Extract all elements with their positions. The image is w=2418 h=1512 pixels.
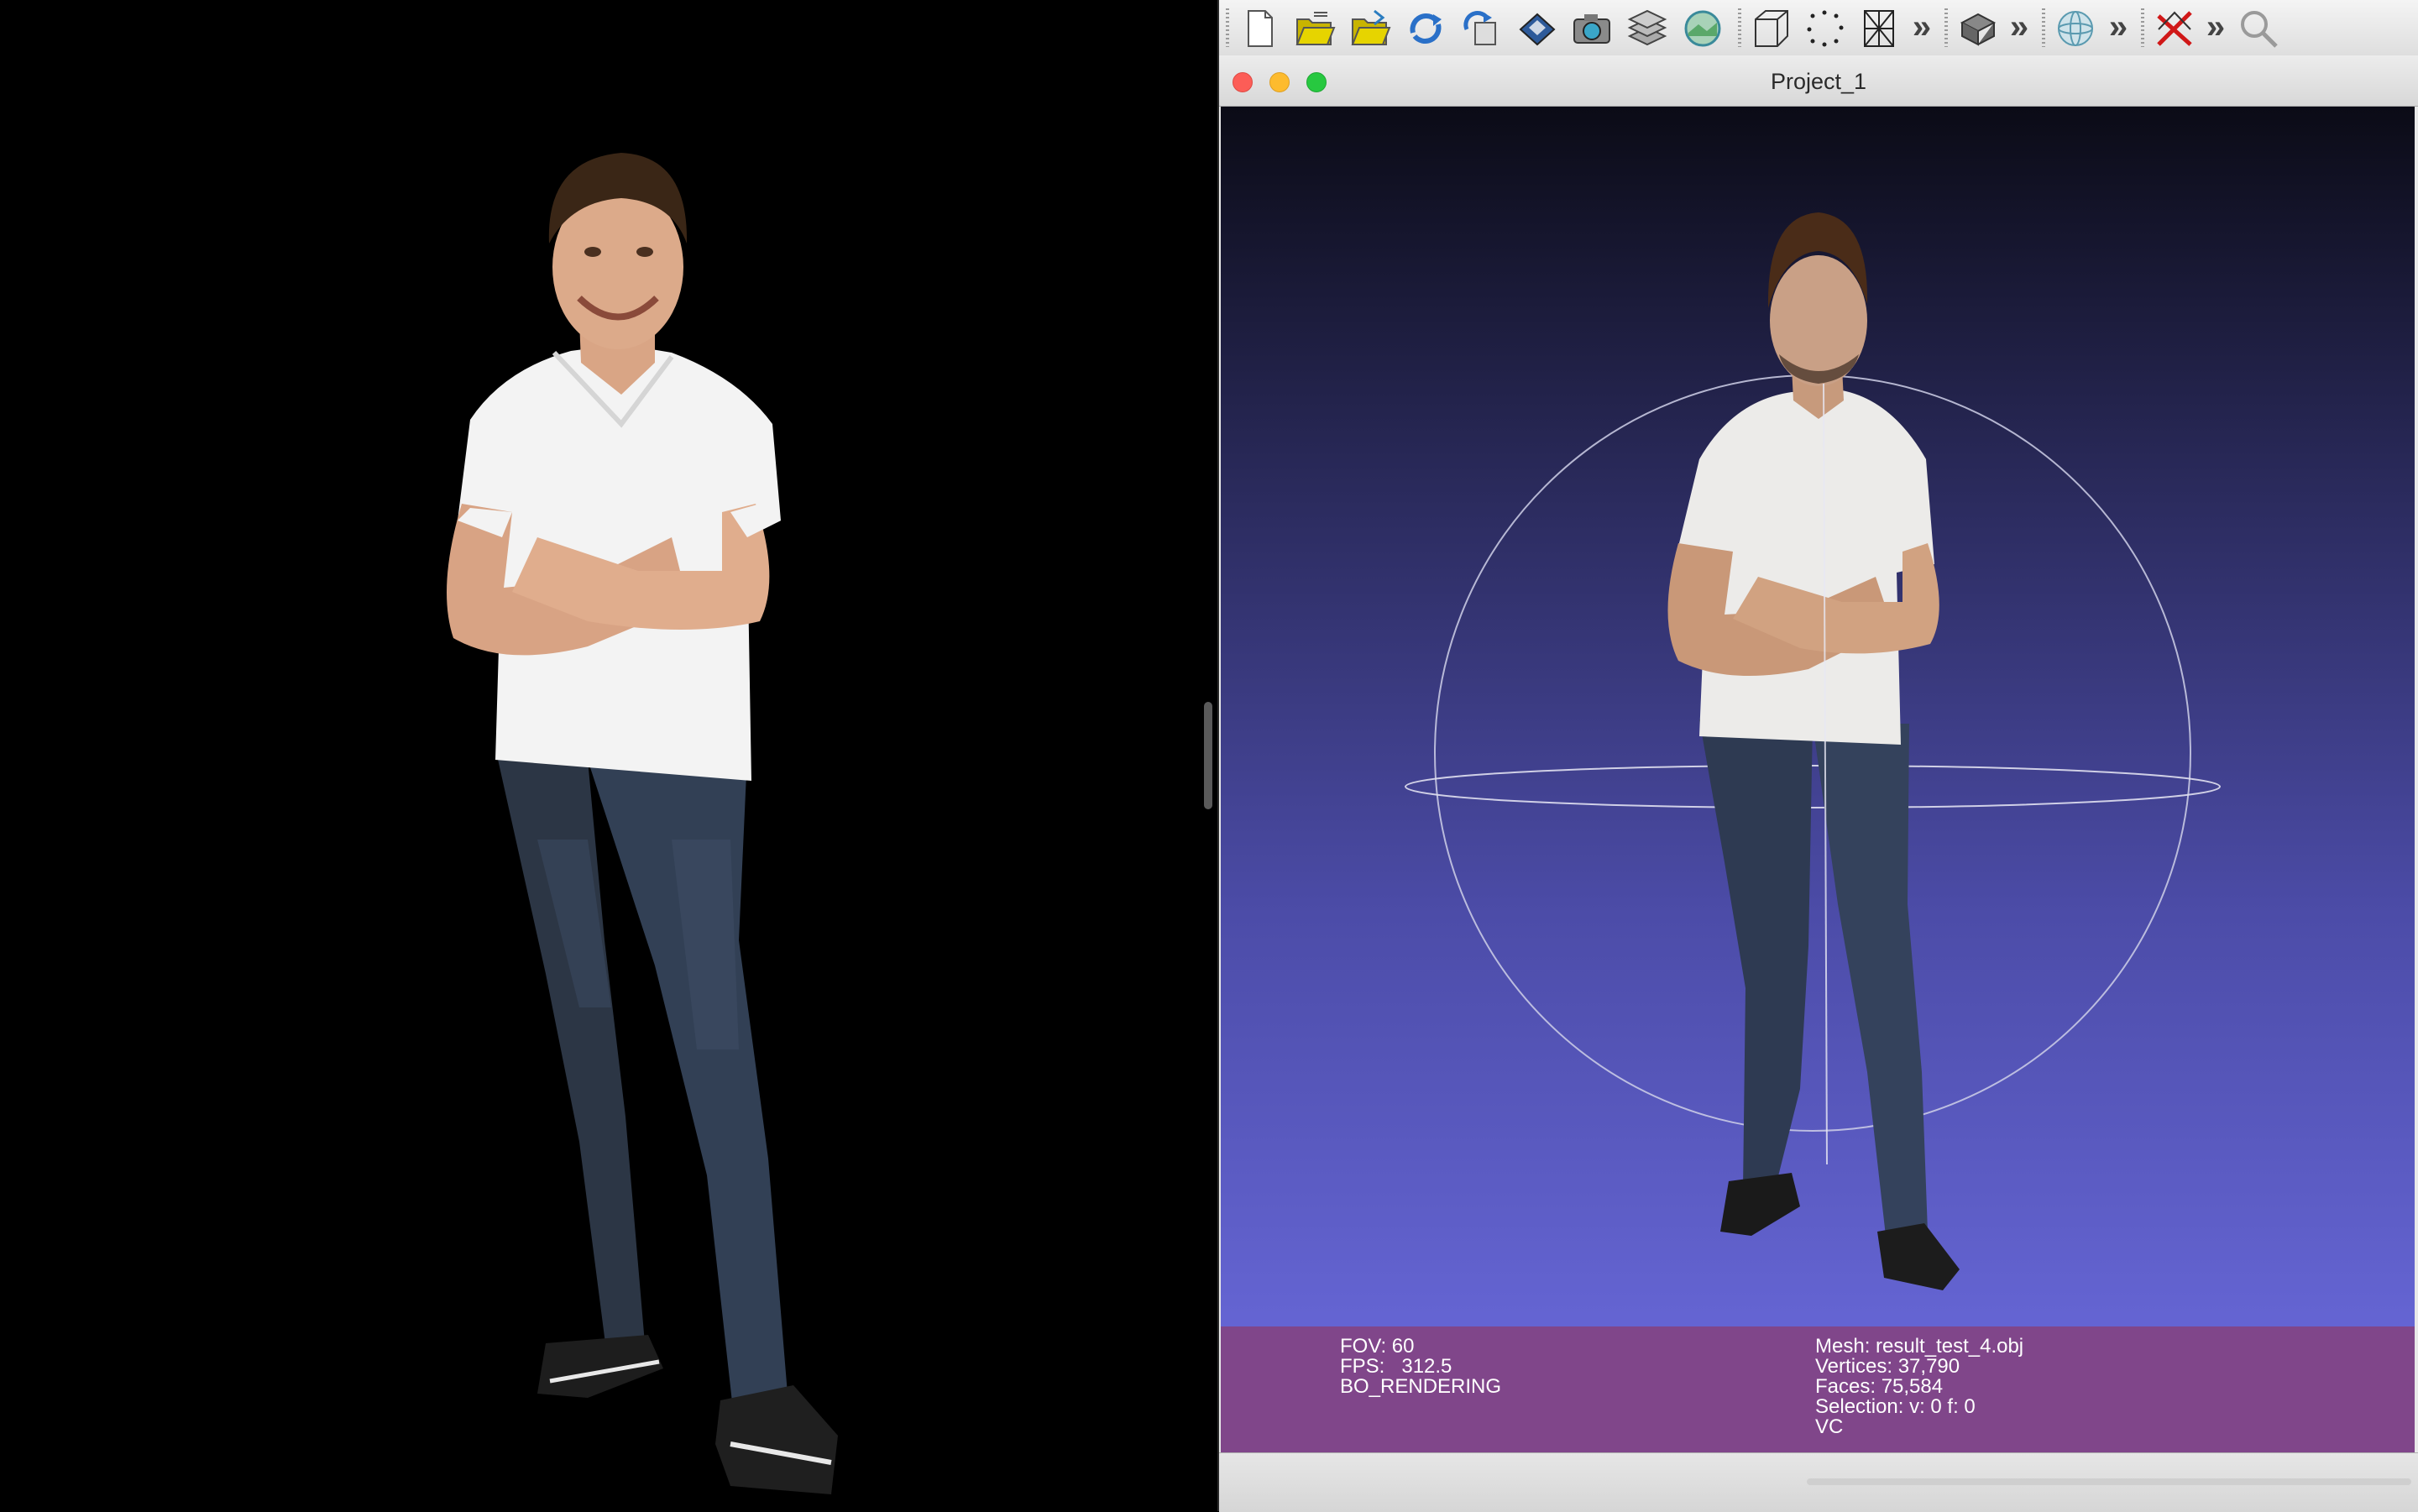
reference-image-panel <box>0 0 1216 1511</box>
meshlab-window: » » » » Project_1 FOV: 60 FPS: 312.5 BO_… <box>1219 0 2418 1512</box>
save-icon[interactable] <box>1513 5 1560 52</box>
reference-person-photo <box>447 153 838 1494</box>
selection-readout: Selection: v: 0 f: 0 <box>1815 1395 1976 1418</box>
vertices-readout: Vertices: 37,790 <box>1815 1355 1960 1378</box>
toolbar-overflow-button[interactable]: » <box>2005 10 2033 44</box>
toolbar-overflow-button[interactable]: » <box>2201 10 2230 44</box>
faces-readout: Faces: 75,584 <box>1815 1375 1944 1398</box>
reload-icon[interactable] <box>1402 5 1449 52</box>
reload-all-icon[interactable] <box>1458 5 1505 52</box>
window-titlebar[interactable]: Project_1 <box>1219 55 2418 107</box>
fps-readout: FPS: 312.5 <box>1340 1355 1452 1378</box>
bounding-box-icon[interactable] <box>1748 5 1795 52</box>
window-title: Project_1 <box>1770 69 1867 94</box>
import-mesh-icon[interactable] <box>1347 5 1394 52</box>
mesh-info: Mesh: result_test_4.obj Vertices: 37,790… <box>1815 1337 2023 1437</box>
3d-viewport[interactable]: FOV: 60 FPS: 312.5 BO_RENDERING Mesh: re… <box>1221 107 2415 1452</box>
toolbar-grip[interactable] <box>1226 8 1229 47</box>
mesh-name-readout: Mesh: result_test_4.obj <box>1815 1335 2024 1358</box>
wireframe-icon[interactable] <box>1855 5 1902 52</box>
new-project-icon[interactable] <box>1236 5 1283 52</box>
splitter-handle[interactable] <box>1204 702 1212 809</box>
toolbar-grip[interactable] <box>2141 8 2144 47</box>
layers-icon[interactable] <box>1624 5 1671 52</box>
toolbar-grip[interactable] <box>2042 8 2045 47</box>
raster-icon[interactable] <box>1679 5 1726 52</box>
render-mode-readout: BO_RENDERING <box>1340 1375 1502 1398</box>
toolbar-grip[interactable] <box>1944 8 1948 47</box>
open-project-icon[interactable] <box>1291 5 1338 52</box>
toolbar-overflow-button[interactable]: » <box>2104 10 2133 44</box>
layer-stack-icon[interactable] <box>1955 5 2002 52</box>
trackball-ring <box>1405 765 2221 808</box>
toolbar-grip[interactable] <box>1738 8 1741 47</box>
reconstructed-mesh-render <box>1405 212 2221 1290</box>
points-icon[interactable] <box>1802 5 1849 52</box>
search-icon[interactable] <box>2235 5 2282 52</box>
trackball-icon[interactable] <box>2052 5 2099 52</box>
delete-selection-icon[interactable] <box>2151 5 2198 52</box>
snapshot-icon[interactable] <box>1568 5 1615 52</box>
fov-readout: FOV: 60 <box>1340 1335 1415 1358</box>
status-bar <box>1219 1452 2418 1512</box>
horizontal-scrollbar[interactable] <box>1807 1478 2411 1485</box>
render-info: FOV: 60 FPS: 312.5 BO_RENDERING <box>1340 1337 1501 1397</box>
main-toolbar: » » » » <box>1219 0 2418 56</box>
info-overlay: FOV: 60 FPS: 312.5 BO_RENDERING Mesh: re… <box>1221 1326 2415 1452</box>
vertex-color-readout: VC <box>1815 1415 1844 1438</box>
toolbar-overflow-button[interactable]: » <box>1908 10 1936 44</box>
